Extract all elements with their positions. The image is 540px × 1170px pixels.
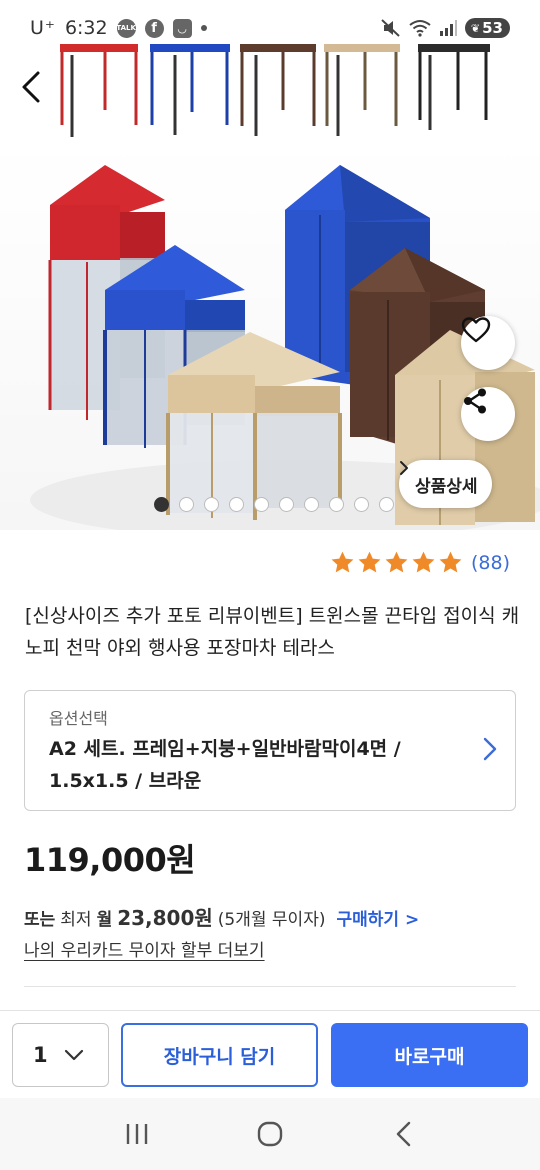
talk-icon: TALK (116, 18, 136, 38)
recent-apps-icon (126, 1124, 147, 1144)
more-notifications-icon (200, 25, 207, 31)
signal-icon (439, 20, 457, 36)
product-detail-button[interactable]: 상품상세 (399, 460, 492, 508)
heart-icon (461, 317, 491, 343)
add-to-cart-button[interactable]: 장바구니 담기 (121, 1023, 318, 1087)
carrier-label: U⁺ (30, 17, 56, 39)
star-icon (439, 551, 462, 573)
pager-dot[interactable] (379, 497, 394, 512)
pager-dot[interactable] (229, 497, 244, 512)
home-icon (257, 1121, 283, 1147)
smile-box-icon: ◡ (172, 18, 192, 38)
installment-min-label: 최저 (60, 910, 92, 930)
star-icon (331, 551, 354, 573)
pager-dot[interactable] (179, 497, 194, 512)
frame-strip (60, 44, 490, 137)
product-image (30, 44, 540, 530)
share-button[interactable] (461, 387, 515, 441)
purchase-bar: 1 장바구니 담기 바로구매 (0, 1010, 540, 1098)
chevron-right-icon (483, 737, 497, 761)
system-nav-bar (0, 1098, 540, 1170)
product-detail-label: 상품상세 (415, 476, 478, 497)
quantity-value: 1 (33, 1043, 48, 1067)
wishlist-button[interactable] (461, 316, 515, 370)
quantity-select[interactable]: 1 (12, 1023, 109, 1087)
chevron-down-icon (64, 1049, 83, 1061)
rating[interactable]: (88) (330, 550, 510, 575)
facebook-icon: f (144, 18, 164, 38)
mute-icon (381, 19, 400, 37)
star-icon (358, 551, 381, 573)
gallery-pager (154, 497, 394, 512)
home-button[interactable] (250, 1114, 290, 1154)
divider (24, 986, 516, 987)
battery-leaf-icon: ❦ (470, 21, 481, 35)
pager-dot[interactable] (154, 497, 169, 512)
star-icon (412, 551, 435, 573)
wifi-icon (409, 20, 431, 37)
installment-monthly-label: 월 (96, 910, 113, 930)
chevron-left-icon (22, 71, 40, 103)
installment-amount: 23,800원 (117, 906, 213, 930)
share-icon (464, 388, 486, 414)
option-selector[interactable]: 옵션선택 A2 세트. 프레임+지붕+일반바람막이4면 / 1.5x1.5 / … (24, 690, 516, 811)
system-back-button[interactable] (383, 1114, 423, 1154)
back-button[interactable] (20, 70, 64, 118)
pager-dot[interactable] (204, 497, 219, 512)
product-title: [신상사이즈 추가 포토 리뷰이벤트] 트윈스몰 끈타입 접이식 캐노피 천막 … (25, 605, 520, 659)
option-value: A2 세트. 프레임+지붕+일반바람막이4면 / 1.5x1.5 / 브라운 (49, 738, 401, 792)
card-installment-link[interactable]: 나의 우리카드 무이자 할부 더보기 (24, 936, 265, 961)
installment-prefix: 또는 (24, 910, 56, 930)
back-arrow-icon (397, 1121, 411, 1147)
review-count[interactable]: (88) (471, 552, 510, 574)
recent-apps-button[interactable] (117, 1114, 157, 1154)
battery-level: 53 (482, 19, 503, 37)
pager-dot[interactable] (279, 497, 294, 512)
chevron-right-icon (400, 461, 408, 475)
product-image-gallery[interactable]: 상품상세 (0, 0, 540, 530)
pager-dot[interactable] (329, 497, 344, 512)
pager-dot[interactable] (254, 497, 269, 512)
installment-terms: (5개월 무이자) (217, 910, 326, 930)
installment-buy-link[interactable]: 구매하기 > (336, 905, 419, 930)
clock: 6:32 (64, 17, 108, 39)
pager-dot[interactable] (304, 497, 319, 512)
installment-info: 또는 최저 월 23,800원 (5개월 무이자) 구매하기 > (24, 902, 419, 931)
buy-now-button[interactable]: 바로구매 (331, 1023, 528, 1087)
price: 119,000원 (24, 841, 196, 879)
status-bar: U⁺ 6:32 TALK f ◡ ❦ 53 (0, 0, 540, 56)
option-label: 옵션선택 (49, 709, 108, 728)
battery-indicator: ❦ 53 (464, 18, 510, 38)
star-icon (385, 551, 408, 573)
pager-dot[interactable] (354, 497, 369, 512)
